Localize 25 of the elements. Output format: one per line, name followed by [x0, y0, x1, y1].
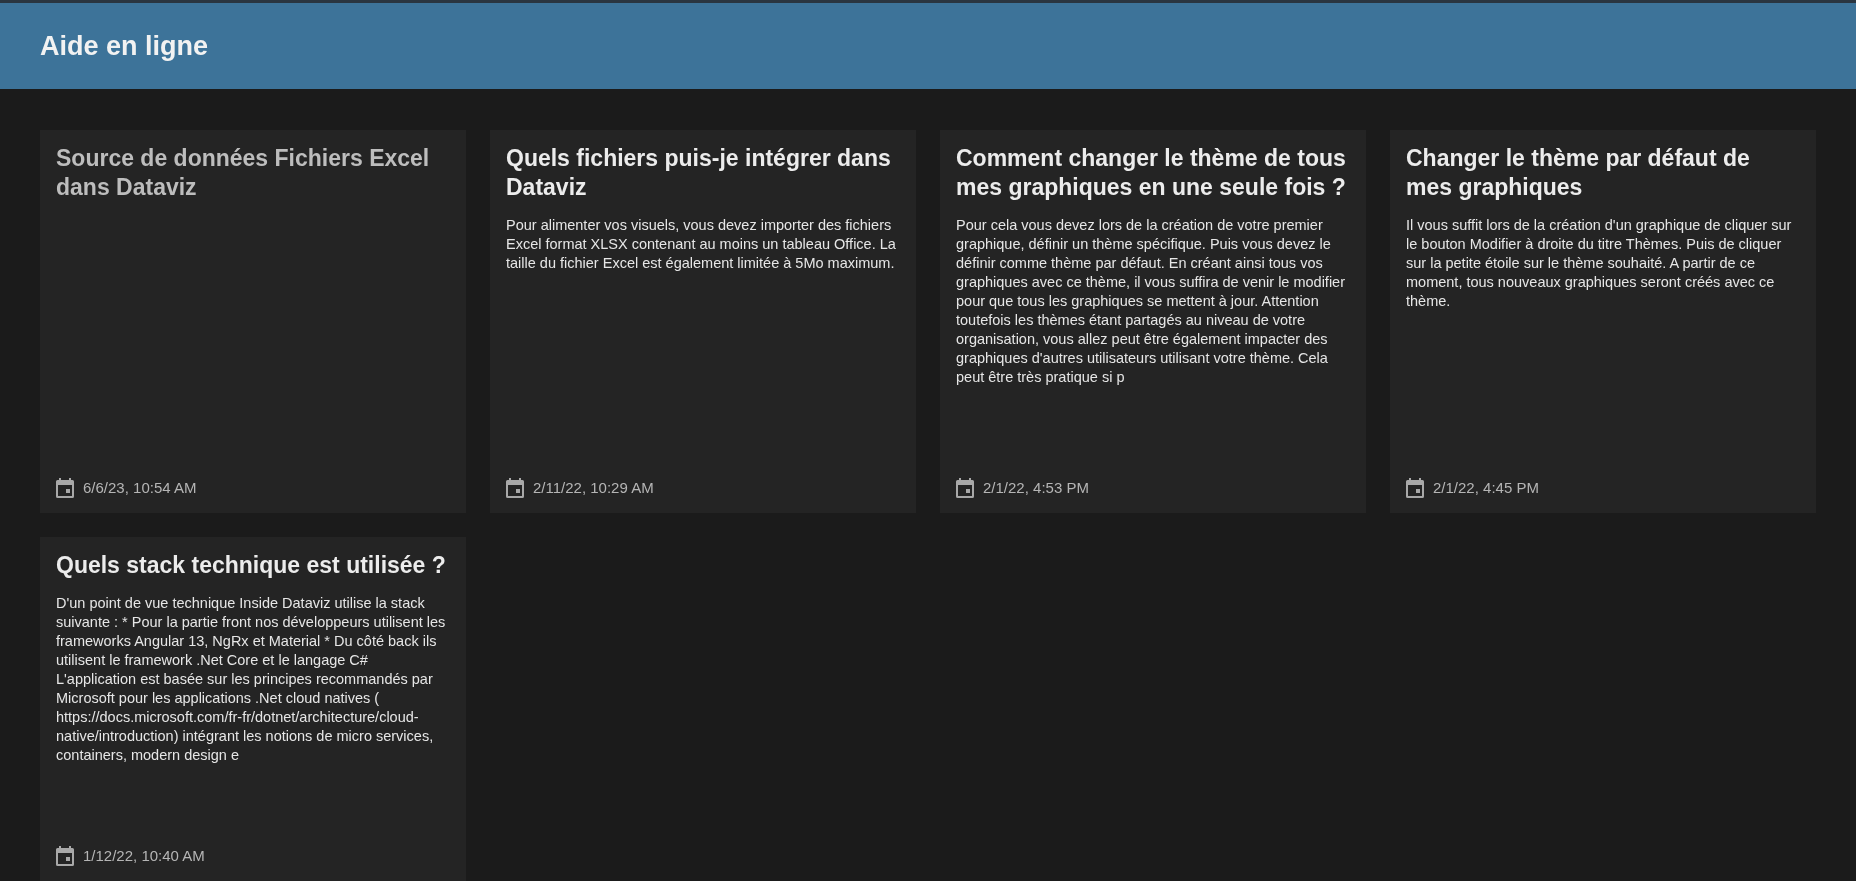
article-excerpt: Pour alimenter vos visuels, vous devez importer des fichiers Excel format XLSX contenant au moins un tableau Office. La taille du fichier Excel est également limitée à 5Mo maximum. [506, 216, 897, 273]
article-excerpt: Pour cela vous devez lors de la création de votre premier graphique, définir un thème spécifique. Puis vous devez le définir comme thème par défaut. En créant ainsi tous vos graphiques avec ce thème, il vous suffira de venir le modifier pour que tous les graphiques se mettent à jour. Attention toutefois les thèmes étant partagés au niveau de votre organisation, vous allez peut être également impacter des graphiques d'autres utilisateurs utilisant votre thème. Cela peut être très pratique si p [956, 216, 1346, 387]
article-title: Quels fichiers puis-je intégrer dans Dataviz [506, 144, 892, 202]
article-title: Quels stack technique est utilisée ? [56, 551, 447, 580]
calendar-icon [506, 477, 524, 498]
article-title: Changer le thème par défaut de mes graphiques [1406, 144, 1751, 202]
article-date: 6/6/23, 10:54 AM [83, 477, 197, 498]
article-date: 2/11/22, 10:29 AM [533, 477, 654, 498]
article-date: 2/1/22, 4:53 PM [983, 477, 1089, 498]
article-date: 2/1/22, 4:45 PM [1433, 477, 1539, 498]
page-title: Aide en ligne [40, 29, 209, 63]
article-card[interactable] [1390, 130, 1816, 513]
article-date: 1/12/22, 10:40 AM [83, 845, 205, 866]
article-title: Source de données Fichiers Excel dans Dataviz [56, 144, 431, 202]
article-card[interactable] [940, 130, 1366, 513]
article-card[interactable] [490, 130, 916, 513]
calendar-icon [956, 477, 974, 498]
article-excerpt: Il vous suffit lors de la création d'un graphique de cliquer sur le bouton Modifier à droite du titre Thèmes. Puis de cliquer sur la petite étoile sur le thème souhaité. A partir de ce moment, tous nouveaux graphiques seront créés avec ce thème. [1406, 216, 1793, 311]
calendar-icon [56, 477, 74, 498]
calendar-icon [56, 845, 74, 866]
article-excerpt: D'un point de vue technique Inside Dataviz utilise la stack suivante : * Pour la partie front nos développeurs utilisent les frameworks Angular 13, NgRx et Material * Du côté back ils utilisent le framework .Net Core et le langage C# L'application est basée sur les principes recommandés par Microsoft pour les applications .Net cloud natives ( https://docs.microsoft.com/fr-fr/dotnet/architecture/cloud-native/introduction) intégrant les notions de micro services, containers, modern design e [56, 594, 447, 765]
article-card[interactable] [40, 537, 466, 881]
article-title: Comment changer le thème de tous mes graphiques en une seule fois ? [956, 144, 1347, 202]
article-card[interactable]: Source de données Fichiers Excel dans Dataviz 6/6/23, 10:54 AM [40, 130, 466, 513]
calendar-icon [1406, 477, 1424, 498]
